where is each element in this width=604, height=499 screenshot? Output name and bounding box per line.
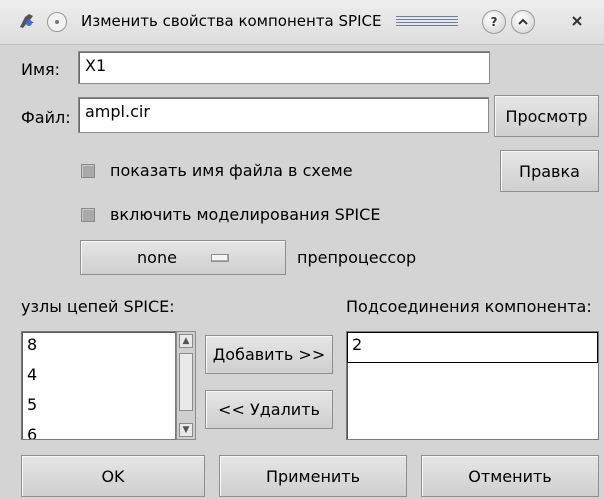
scroll-down-icon[interactable]: ▼ (179, 423, 193, 437)
component-connections-label: Подсоединения компонента: (346, 297, 592, 316)
preprocessor-select[interactable]: none (80, 240, 286, 275)
name-input[interactable]: X1 (78, 51, 490, 84)
list-item[interactable]: 5 (22, 392, 175, 422)
preprocessor-value: none (137, 248, 177, 267)
include-simulation-label: включить моделирования SPICE (110, 205, 381, 224)
connection-edit-input[interactable]: 2 (347, 332, 598, 363)
app-icon[interactable] (16, 10, 38, 32)
scroll-thumb[interactable] (179, 353, 193, 411)
add-button[interactable]: Добавить >> (205, 335, 333, 374)
window-title: Изменить свойства компонента SPICE (81, 12, 382, 30)
list-item[interactable]: 6 (22, 422, 175, 439)
window-menu-icon[interactable] (47, 12, 67, 32)
help-button[interactable]: ? (482, 10, 506, 34)
close-button[interactable] (566, 10, 588, 32)
dropdown-indicator-icon (210, 253, 229, 262)
show-filename-checkbox[interactable] (81, 164, 95, 178)
title-bar: Изменить свойства компонента SPICE ? (0, 0, 604, 45)
scroll-up-icon[interactable]: ▲ (179, 334, 193, 348)
browse-button[interactable]: Просмотр (494, 95, 599, 137)
show-filename-label: показать имя файла в схеме (110, 161, 353, 180)
file-label: Файл: (21, 108, 71, 127)
preprocessor-label: препроцессор (297, 248, 417, 267)
ok-button[interactable]: OK (21, 455, 205, 497)
shade-button[interactable] (511, 10, 535, 34)
title-grip (396, 16, 458, 26)
component-connections-list[interactable]: 2 (346, 331, 599, 440)
file-input[interactable]: ampl.cir (78, 97, 489, 133)
edit-button[interactable]: Правка (500, 150, 599, 192)
remove-button[interactable]: << Удалить (205, 390, 333, 429)
include-simulation-checkbox[interactable] (81, 208, 95, 222)
list-item[interactable]: 4 (22, 362, 175, 392)
spice-nodes-label: узлы цепей SPICE: (21, 297, 175, 316)
list-item[interactable]: 8 (22, 332, 175, 362)
cancel-button[interactable]: Отменить (421, 455, 599, 497)
spice-nodes-scrollbar[interactable]: ▲ ▼ (176, 331, 196, 440)
spice-nodes-list[interactable]: 8 4 5 6 (21, 331, 176, 440)
apply-button[interactable]: Применить (219, 455, 407, 497)
name-label: Имя: (21, 60, 61, 79)
